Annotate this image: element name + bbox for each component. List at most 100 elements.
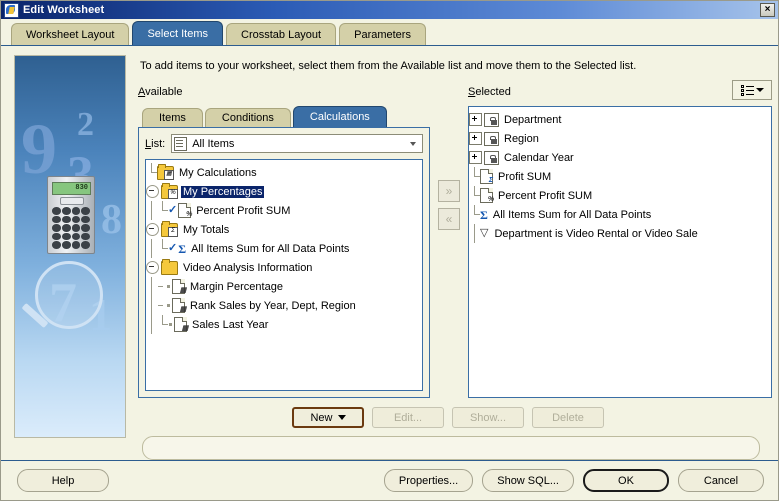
tree-line bbox=[469, 186, 480, 205]
selected-node-calendar-year[interactable]: Calendar Year bbox=[469, 148, 771, 167]
new-button[interactable]: New bbox=[292, 407, 364, 428]
collapse-toggle-icon[interactable] bbox=[146, 261, 159, 274]
expand-toggle-icon[interactable] bbox=[469, 113, 482, 126]
selected-node-region[interactable]: Region bbox=[469, 129, 771, 148]
available-list-container: List: All Items ▦ My Calculations % My P… bbox=[138, 127, 430, 398]
selected-label: Selected bbox=[468, 86, 511, 98]
calculator-bar bbox=[60, 197, 84, 205]
content-area: To add items to your worksheet, select t… bbox=[130, 51, 772, 460]
chevron-down-icon bbox=[410, 141, 416, 146]
tree-line bbox=[157, 201, 168, 220]
document-percent-icon: % bbox=[178, 203, 192, 218]
calculator-display-value: 830 bbox=[75, 184, 88, 192]
edit-worksheet-dialog: Edit Worksheet × Worksheet Layout Select… bbox=[0, 0, 779, 501]
move-left-button[interactable]: « bbox=[438, 208, 460, 230]
list-filter-select[interactable]: All Items bbox=[171, 134, 423, 153]
show-button[interactable]: Show... bbox=[452, 407, 524, 428]
tree-node-label: Percent Profit SUM bbox=[196, 204, 291, 217]
move-buttons: » « bbox=[430, 86, 468, 398]
selected-node-percent-profit-sum[interactable]: % Percent Profit SUM bbox=[469, 186, 771, 205]
document-percent-icon: % bbox=[480, 188, 494, 203]
cancel-button[interactable]: Cancel bbox=[678, 469, 764, 492]
new-button-label: New bbox=[310, 411, 333, 424]
tree-line bbox=[146, 239, 157, 258]
selected-tree: Department Region Calendar Year Σ Profit… bbox=[469, 107, 771, 397]
folder-icon bbox=[161, 258, 178, 275]
calculator-icon: 830 bbox=[47, 176, 95, 254]
expand-toggle-icon[interactable] bbox=[469, 151, 482, 164]
selected-node-department[interactable]: Department bbox=[469, 110, 771, 129]
move-right-button[interactable]: » bbox=[438, 180, 460, 202]
available-subtabs: Items Conditions Calculations bbox=[142, 105, 430, 127]
tree-node-label: Video Analysis Information bbox=[183, 261, 313, 274]
edit-button[interactable]: Edit... bbox=[372, 407, 444, 428]
window-title: Edit Worksheet bbox=[23, 4, 105, 16]
folder-calculator-icon: ▦ bbox=[157, 163, 174, 180]
tree-line bbox=[157, 296, 166, 315]
tab-worksheet-layout[interactable]: Worksheet Layout bbox=[11, 23, 130, 45]
instruction-text: To add items to your worksheet, select t… bbox=[140, 60, 637, 72]
tree-node-margin-percentage[interactable]: ▦ Margin Percentage bbox=[146, 277, 422, 296]
list-filter-value: All Items bbox=[192, 137, 235, 150]
tree-node-label: All Items Sum for All Data Points bbox=[492, 208, 652, 221]
tree-line bbox=[469, 224, 480, 243]
show-sql-button[interactable]: Show SQL... bbox=[482, 469, 574, 492]
filter-funnel-icon: ▽ bbox=[480, 227, 489, 239]
selected-node-profit-sum[interactable]: Σ Profit SUM bbox=[469, 167, 771, 186]
number-2-art: 2 bbox=[77, 106, 94, 143]
subtab-items[interactable]: Items bbox=[142, 108, 203, 127]
tree-node-sales-last-year[interactable]: ▦ Sales Last Year bbox=[146, 315, 422, 334]
delete-button[interactable]: Delete bbox=[532, 407, 604, 428]
tree-line bbox=[157, 277, 166, 296]
ok-button[interactable]: OK bbox=[583, 469, 669, 492]
collapse-toggle-icon[interactable] bbox=[146, 185, 159, 198]
subtab-calculations[interactable]: Calculations bbox=[292, 106, 387, 127]
tab-parameters[interactable]: Parameters bbox=[339, 23, 426, 45]
tree-line bbox=[146, 296, 157, 315]
tree-node-percent-profit-sum[interactable]: ✓ % Percent Profit SUM bbox=[146, 201, 422, 220]
close-icon[interactable]: × bbox=[760, 3, 775, 17]
columns: Available Items Conditions Calculations … bbox=[138, 80, 772, 398]
decorative-illustration: 9 2 3 8 7 1 830 bbox=[14, 55, 126, 438]
available-tree-panel[interactable]: ▦ My Calculations % My Percentages ✓ % P… bbox=[145, 159, 423, 391]
list-filter-label: List: bbox=[145, 137, 166, 150]
tree-line bbox=[157, 315, 168, 334]
expand-toggle-icon[interactable] bbox=[469, 132, 482, 145]
tree-node-label: Sales Last Year bbox=[192, 318, 269, 331]
tree-node-all-items-sum[interactable]: ✓ Σ All Items Sum for All Data Points bbox=[146, 239, 422, 258]
calculator-display: 830 bbox=[52, 182, 91, 195]
tab-select-items[interactable]: Select Items bbox=[132, 21, 223, 45]
title-bar: Edit Worksheet × bbox=[1, 1, 778, 19]
selected-header: Selected bbox=[468, 80, 772, 105]
calculation-actions: New Edit... Show... Delete bbox=[138, 407, 772, 428]
list-view-button[interactable] bbox=[732, 80, 772, 100]
folder-sigma-icon: Σ bbox=[161, 220, 178, 237]
tree-line bbox=[157, 239, 168, 258]
subtab-conditions[interactable]: Conditions bbox=[204, 108, 291, 127]
collapse-toggle-icon[interactable] bbox=[146, 223, 159, 236]
tab-crosstab-layout[interactable]: Crosstab Layout bbox=[226, 23, 337, 45]
selected-node-all-items-sum[interactable]: Σ All Items Sum for All Data Points bbox=[469, 205, 771, 224]
properties-button[interactable]: Properties... bbox=[383, 469, 474, 492]
tree-node-my-totals[interactable]: Σ My Totals bbox=[146, 220, 422, 239]
help-button[interactable]: Help bbox=[17, 469, 109, 492]
tree-node-label: My Percentages bbox=[181, 185, 265, 198]
tree-node-rank-sales[interactable]: ▦ Rank Sales by Year, Dept, Region bbox=[146, 296, 422, 315]
tree-line bbox=[469, 167, 480, 186]
tree-node-label: Percent Profit SUM bbox=[498, 189, 593, 202]
calculator-keys bbox=[52, 207, 90, 249]
tree-node-video-analysis-information[interactable]: Video Analysis Information bbox=[146, 258, 422, 277]
selected-tree-panel[interactable]: Department Region Calendar Year Σ Profit… bbox=[468, 106, 772, 398]
tree-node-label: Profit SUM bbox=[498, 170, 552, 183]
selected-node-department-condition[interactable]: ▽ Department is Video Rental or Video Sa… bbox=[469, 224, 771, 243]
document-icon bbox=[174, 136, 188, 151]
tree-node-label: Calendar Year bbox=[504, 151, 574, 164]
tree-line bbox=[469, 205, 480, 224]
available-panel: Available Items Conditions Calculations … bbox=[138, 86, 430, 398]
chevron-down-icon bbox=[755, 88, 764, 92]
tree-node-my-calculations[interactable]: ▦ My Calculations bbox=[146, 163, 422, 182]
tree-node-label: All Items Sum for All Data Points bbox=[191, 242, 350, 255]
check-icon: ✓ bbox=[168, 204, 178, 216]
tree-node-my-percentages[interactable]: % My Percentages bbox=[146, 182, 422, 201]
tree-node-label: Region bbox=[504, 132, 539, 145]
